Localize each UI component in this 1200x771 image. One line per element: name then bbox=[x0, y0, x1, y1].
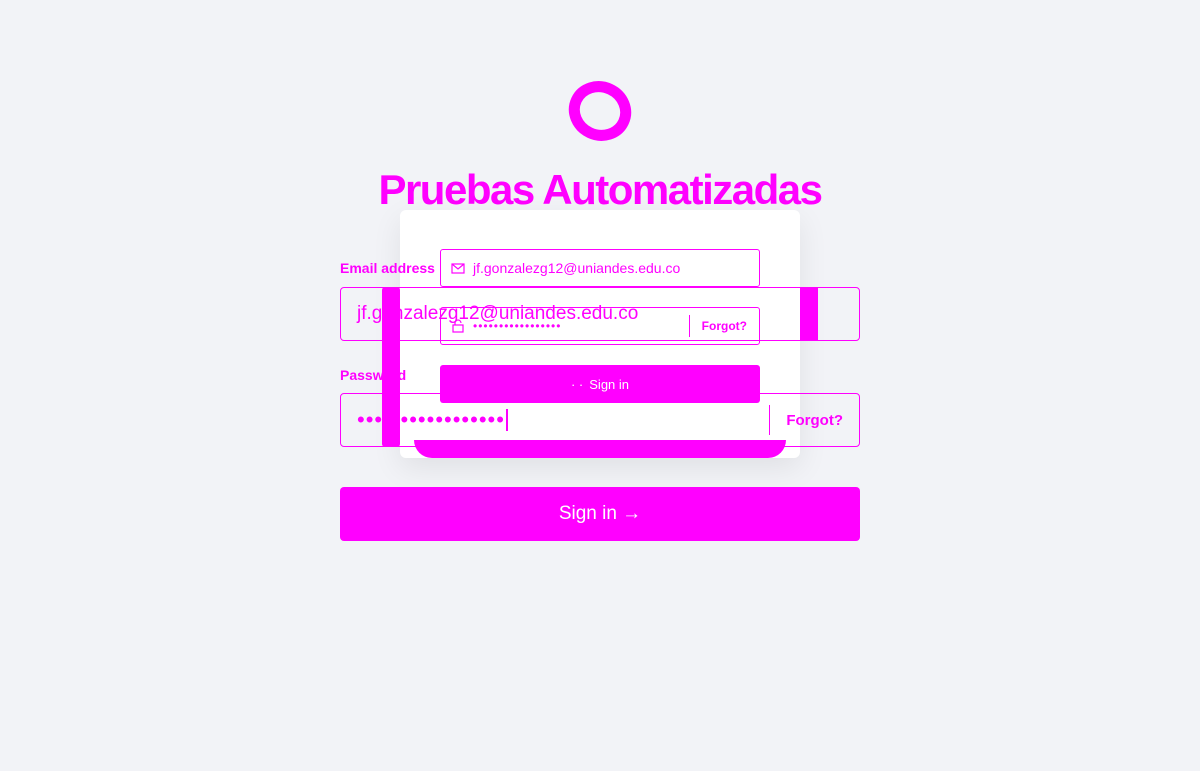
ghost-signin-label: Sign in bbox=[589, 376, 630, 392]
password-input[interactable]: ••••••••••••••••• bbox=[341, 407, 769, 433]
password-mask: ••••••••••••••••• bbox=[357, 407, 505, 432]
mail-icon bbox=[451, 263, 465, 274]
page-title: Pruebas Automatizadas bbox=[378, 166, 823, 213]
forgot-password-link[interactable]: Forgot? bbox=[770, 412, 859, 429]
ghost-email-field[interactable]: jf.gonzalezg12@uniandes.edu.co bbox=[440, 249, 760, 287]
email-value: jf.gonzalezg12@uniandes.edu.co bbox=[357, 303, 639, 324]
ghost-signin-prefix: · · bbox=[570, 376, 584, 392]
email-field[interactable]: jf.gonzalezg12@uniandes.edu.co bbox=[340, 287, 860, 341]
ring-logo-icon bbox=[568, 81, 632, 141]
signin-button[interactable]: Sign in → bbox=[340, 487, 860, 541]
password-label: Password bbox=[340, 367, 407, 383]
password-field[interactable]: ••••••••••••••••• Forgot? bbox=[340, 393, 860, 447]
email-label: Email address bbox=[340, 260, 435, 276]
text-caret bbox=[505, 409, 508, 431]
ghost-email-value: jf.gonzalezg12@uniandes.edu.co bbox=[473, 260, 681, 276]
